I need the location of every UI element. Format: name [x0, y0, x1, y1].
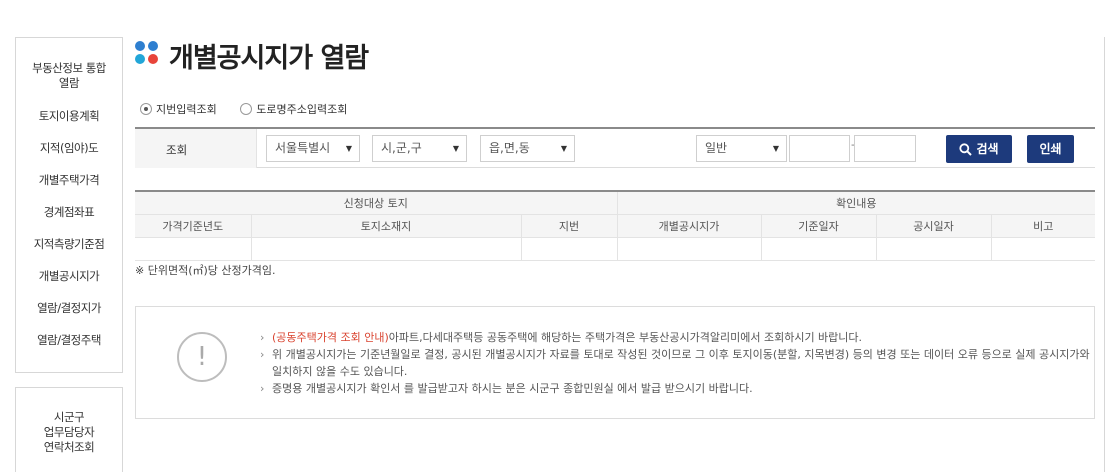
contact-lookup-box[interactable]: 시군구 업무담당자 연락처조회: [15, 387, 123, 472]
chevron-right-icon: ›: [260, 382, 265, 395]
notice-text: 일치하지 않을 수도 있습니다.: [272, 365, 408, 378]
sidebar-item-decided-house-price[interactable]: 열람/결정주택: [16, 333, 122, 348]
notice-highlight-link[interactable]: (공동주택가격 조회 안내): [272, 331, 389, 344]
jibun-sub-input[interactable]: [854, 135, 916, 162]
land-price-table: 신청대상 토지 확인내용 가격기준년도 토지소재지 지번 개별공시지가 기준일자…: [135, 190, 1096, 261]
title-dot: [135, 41, 145, 51]
land-type-select-value: 일반: [705, 141, 728, 155]
caret-down-icon: ▼: [452, 144, 459, 153]
search-label: 조회: [166, 143, 188, 157]
contact-line: 연락처조회: [43, 440, 95, 454]
sidebar-item-boundary-coordinates[interactable]: 경계점좌표: [16, 205, 122, 220]
search-bar: 조회 서울특별시 ▼ 시,군,구 ▼ 읍,면,동 ▼ 일반 ▼ - 검색 인쇄: [135, 127, 1095, 168]
column-header: 비고: [990, 213, 1096, 238]
table-row: [135, 236, 1096, 261]
contact-line: 시군구: [53, 410, 85, 424]
chevron-right-icon: ›: [260, 331, 265, 344]
notice-item: › 증명용 개별공시지가 확인서 를 발급받고자 하시는 분은 시군구 종합민원…: [260, 380, 1094, 397]
table-cell: [990, 236, 1096, 261]
notice-item-continuation: 일치하지 않을 수도 있습니다.: [260, 363, 1094, 380]
radio-circle-checked[interactable]: [140, 103, 152, 115]
title-dot: [148, 54, 158, 64]
radio-jibun[interactable]: 지번입력조회: [140, 101, 217, 117]
notice-text: 위 개별공시지가는 기준년월일로 결정, 공시된 개별공시지가 자료를 토대로 …: [272, 348, 1090, 361]
chevron-right-icon: ›: [260, 348, 265, 361]
land-type-select[interactable]: 일반 ▼: [696, 135, 787, 162]
dong-select[interactable]: 읍,면,동 ▼: [480, 135, 575, 162]
contact-line: 업무담당자: [43, 425, 95, 439]
caret-down-icon: ▼: [772, 144, 779, 153]
sidebar-item-integrated-realestate[interactable]: 부동산정보 통합 열람: [16, 61, 122, 91]
search-icon: [959, 143, 973, 156]
sidebar-item-decided-land-price[interactable]: 열람/결정지가: [16, 301, 122, 316]
table-cell: [250, 236, 522, 261]
sidebar-item-land-use-plan[interactable]: 토지이용계획: [16, 109, 122, 124]
sidebar-item-label: 부동산정보 통합: [32, 61, 106, 75]
column-header: 토지소재지: [250, 213, 522, 238]
table-cell: [520, 236, 618, 261]
table-cell: [135, 236, 252, 261]
sigungu-select[interactable]: 시,군,구 ▼: [372, 135, 467, 162]
unit-note: ※ 단위면적(㎡)당 산정가격임.: [135, 264, 276, 277]
notice-item: › (공동주택가격 조회 안내)아파트,다세대주택등 공동주택에 해당하는 주택…: [260, 329, 1094, 346]
sidebar-item-cadastral-map[interactable]: 지적(임야)도: [16, 141, 122, 156]
exclamation-icon: !: [177, 332, 227, 382]
radio-label: 도로명주소입력조회: [256, 103, 348, 116]
notice-item: › 위 개별공시지가는 기준년월일로 결정, 공시된 개별공시지가 자료를 토대…: [260, 346, 1094, 363]
notice-text: 아파트,다세대주택등 공동주택에 해당하는 주택가격은 부동산공시가격알리미에서…: [388, 331, 863, 344]
jibun-main-input[interactable]: [789, 135, 850, 162]
title-dot: [135, 54, 145, 64]
table-cell: [616, 236, 762, 261]
notice-list: › (공동주택가격 조회 안내)아파트,다세대주택등 공동주택에 해당하는 주택…: [260, 329, 1094, 397]
column-header: 공시일자: [875, 213, 992, 238]
contact-lookup-link[interactable]: 시군구 업무담당자 연락처조회: [16, 410, 122, 455]
title-dot: [148, 41, 158, 51]
search-label-cell: 조회: [135, 129, 257, 168]
group-header-confirmation: 확인내용: [616, 190, 1096, 215]
sidebar-item-house-price[interactable]: 개별주택가격: [16, 173, 122, 188]
title-dots-icon: [135, 41, 159, 65]
table-cell: [875, 236, 992, 261]
sido-select[interactable]: 서울특별시 ▼: [266, 135, 360, 162]
sidebar-menu: 부동산정보 통합 열람 토지이용계획 지적(임야)도 개별주택가격 경계점좌표 …: [15, 37, 123, 373]
notice-text: 증명용 개별공시지가 확인서 를 발급받고자 하시는 분은 시군구 종합민원실 …: [272, 382, 753, 395]
radio-road-address[interactable]: 도로명주소입력조회: [240, 101, 347, 117]
radio-label: 지번입력조회: [156, 103, 217, 116]
radio-circle-unchecked[interactable]: [240, 103, 253, 115]
search-button-label: 검색: [976, 142, 999, 156]
sidebar-item-label: 열람: [58, 76, 80, 90]
sidebar-item-land-price[interactable]: 개별공시지가: [16, 269, 122, 284]
caret-down-icon: ▼: [345, 144, 352, 153]
print-button[interactable]: 인쇄: [1027, 135, 1074, 163]
table-header-row: 가격기준년도 토지소재지 지번 개별공시지가 기준일자 공시일자 비고: [135, 213, 1096, 238]
sigungu-select-value: 시,군,구: [381, 141, 422, 155]
print-button-label: 인쇄: [1039, 142, 1062, 156]
right-panel-edge: [1104, 37, 1118, 472]
column-header: 가격기준년도: [135, 213, 252, 238]
table-group-header-row: 신청대상 토지 확인내용: [135, 190, 1096, 215]
notice-box: ! › (공동주택가격 조회 안내)아파트,다세대주택등 공동주택에 해당하는 …: [135, 306, 1095, 419]
sido-select-value: 서울특별시: [275, 141, 331, 155]
caret-down-icon: ▼: [560, 144, 567, 153]
column-header: 기준일자: [760, 213, 877, 238]
search-button[interactable]: 검색: [946, 135, 1012, 163]
table-cell: [760, 236, 877, 261]
dong-select-value: 읍,면,동: [489, 141, 530, 155]
page-title: 개별공시지가 열람: [169, 43, 369, 74]
column-header: 지번: [520, 213, 618, 238]
sidebar-item-survey-control-points[interactable]: 지적측량기준점: [16, 237, 122, 252]
search-mode-radios: 지번입력조회 도로명주소입력조회: [140, 101, 367, 117]
group-header-target-land: 신청대상 토지: [135, 190, 618, 215]
column-header: 개별공시지가: [616, 213, 762, 238]
